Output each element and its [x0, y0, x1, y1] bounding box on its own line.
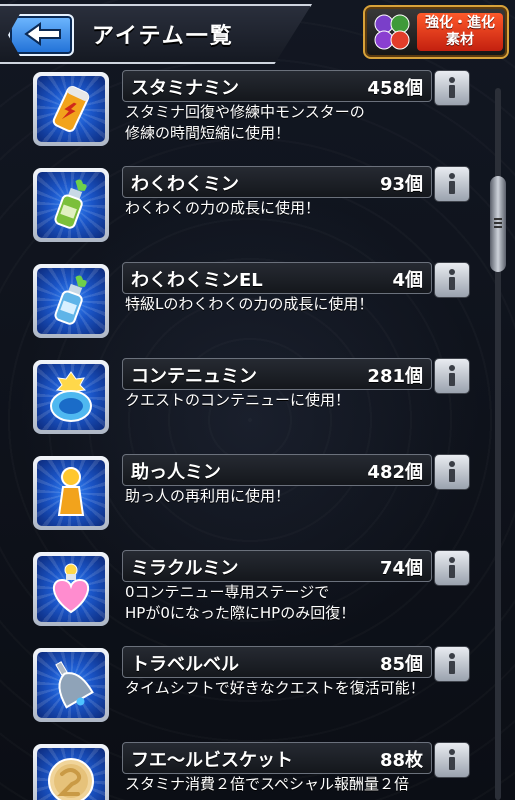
- evolve-material-button[interactable]: 強化・進化 素材: [363, 5, 509, 59]
- item-name: フエ〜ルビスケット: [131, 750, 293, 771]
- item-icon-frame: [33, 744, 109, 800]
- item-name: 助っ人ミン: [131, 462, 221, 483]
- info-button[interactable]: [434, 454, 470, 490]
- item-name: わくわくミンEL: [131, 270, 263, 291]
- info-icon: [449, 77, 455, 98]
- item-count: 74個: [379, 558, 423, 579]
- biscuit-icon: [48, 758, 94, 800]
- info-button[interactable]: [434, 742, 470, 778]
- heart-potion-icon: [53, 563, 89, 614]
- info-icon: [449, 557, 455, 578]
- item-icon-frame: [33, 168, 109, 242]
- item-description: 助っ人の再利用に使用！: [125, 487, 291, 505]
- item-count: 4個: [392, 270, 423, 291]
- item-name: コンテニュミン: [131, 366, 257, 387]
- back-button[interactable]: [8, 14, 74, 56]
- list-item: コンテニュミン 281個 クエストのコンテニューに使用！: [0, 354, 490, 446]
- item-description: タイムシフトで好きなクエストを復活可能！: [125, 679, 425, 697]
- info-icon: [449, 173, 455, 194]
- list-item: わくわくミン 93個 わくわくの力の成長に使用！: [0, 162, 490, 254]
- list-item: 助っ人ミン 482個 助っ人の再利用に使用！: [0, 450, 490, 542]
- item-name: スタミナミン: [131, 78, 239, 99]
- item-name-bar: 助っ人ミン 482個: [122, 454, 432, 486]
- item-description: スタミナ消費２倍でスペシャル報酬量２倍: [125, 775, 409, 793]
- item-icon-frame: [33, 264, 109, 338]
- item-name-bar: スタミナミン 458個: [122, 70, 432, 102]
- item-description: スタミナ回復や修練中モンスターの 修練の時間短縮に使用！: [125, 103, 365, 142]
- scrollbar[interactable]: [490, 70, 506, 800]
- item-description: 特級Lのわくわくの力の成長に使用！: [125, 295, 374, 313]
- blue-bottle-icon: [54, 275, 87, 325]
- header: アイテム一覧 強化・進化 素材: [0, 0, 515, 64]
- info-button[interactable]: [434, 262, 470, 298]
- info-button[interactable]: [434, 550, 470, 586]
- item-count: 458個: [367, 78, 423, 99]
- info-icon: [449, 461, 455, 482]
- page-title: アイテム一覧: [92, 24, 234, 49]
- item-icon-frame: [33, 648, 109, 722]
- item-name-bar: コンテニュミン 281個: [122, 358, 432, 390]
- info-button[interactable]: [434, 166, 470, 202]
- item-count: 482個: [367, 462, 423, 483]
- bell-icon: [55, 661, 94, 709]
- list-item: わくわくミンEL 4個 特級Lのわくわくの力の成長に使用！: [0, 258, 490, 350]
- item-name: ミラクルミン: [131, 558, 239, 579]
- evolve-orbs-icon: [374, 14, 410, 50]
- scroll-thumb[interactable]: [490, 176, 506, 272]
- item-list: スタミナミン 458個 スタミナ回復や修練中モンスターの修練の時間短縮に使用！: [0, 64, 490, 800]
- item-count: 85個: [379, 654, 423, 675]
- info-icon: [449, 653, 455, 674]
- item-icon-frame: [33, 456, 109, 530]
- info-icon: [449, 749, 455, 770]
- item-description: クエストのコンテニューに使用！: [125, 391, 351, 409]
- item-name-bar: わくわくミン 93個: [122, 166, 432, 198]
- back-arrow-icon: [24, 22, 61, 46]
- item-description: わくわくの力の成長に使用！: [125, 199, 321, 217]
- continue-jar-icon: [50, 371, 92, 422]
- list-item: ミラクルミン 74個 0コンテニュー専用ステージで HPが0になった際にHPのみ回…: [0, 546, 490, 638]
- info-button[interactable]: [434, 70, 470, 106]
- item-count: 88枚: [379, 750, 423, 771]
- info-icon: [449, 365, 455, 386]
- item-name-bar: わくわくミンEL 4個: [122, 262, 432, 294]
- item-description: 0コンテニュー専用ステージで HPが0になった際にHPのみ回復！: [125, 583, 356, 622]
- list-item: スタミナミン 458個 スタミナ回復や修練中モンスターの 修練の時間短縮に使用！: [0, 66, 490, 158]
- list-item: トラベルベル 85個 タイムシフトで好きなクエストを復活可能！: [0, 642, 490, 734]
- item-icon-frame: [33, 72, 109, 146]
- item-name: わくわくミン: [131, 174, 239, 195]
- list-item: フエ〜ルビスケット 88枚 スタミナ消費２倍でスペシャル報酬量２倍: [0, 738, 490, 800]
- helper-peg-icon: [57, 467, 85, 516]
- evolve-material-label: 強化・進化 素材: [417, 13, 503, 51]
- info-icon: [449, 269, 455, 290]
- info-button[interactable]: [434, 358, 470, 394]
- item-name: トラベルベル: [131, 654, 239, 675]
- item-icon-frame: [33, 552, 109, 626]
- info-button[interactable]: [434, 646, 470, 682]
- green-bottle-icon: [54, 179, 87, 229]
- item-name-bar: ミラクルミン 74個: [122, 550, 432, 582]
- item-icon-frame: [33, 360, 109, 434]
- item-name-bar: トラベルベル 85個: [122, 646, 432, 678]
- item-count: 93個: [379, 174, 423, 195]
- stamina-can-icon: [52, 85, 90, 133]
- item-name-bar: フエ〜ルビスケット 88枚: [122, 742, 432, 774]
- item-count: 281個: [367, 366, 423, 387]
